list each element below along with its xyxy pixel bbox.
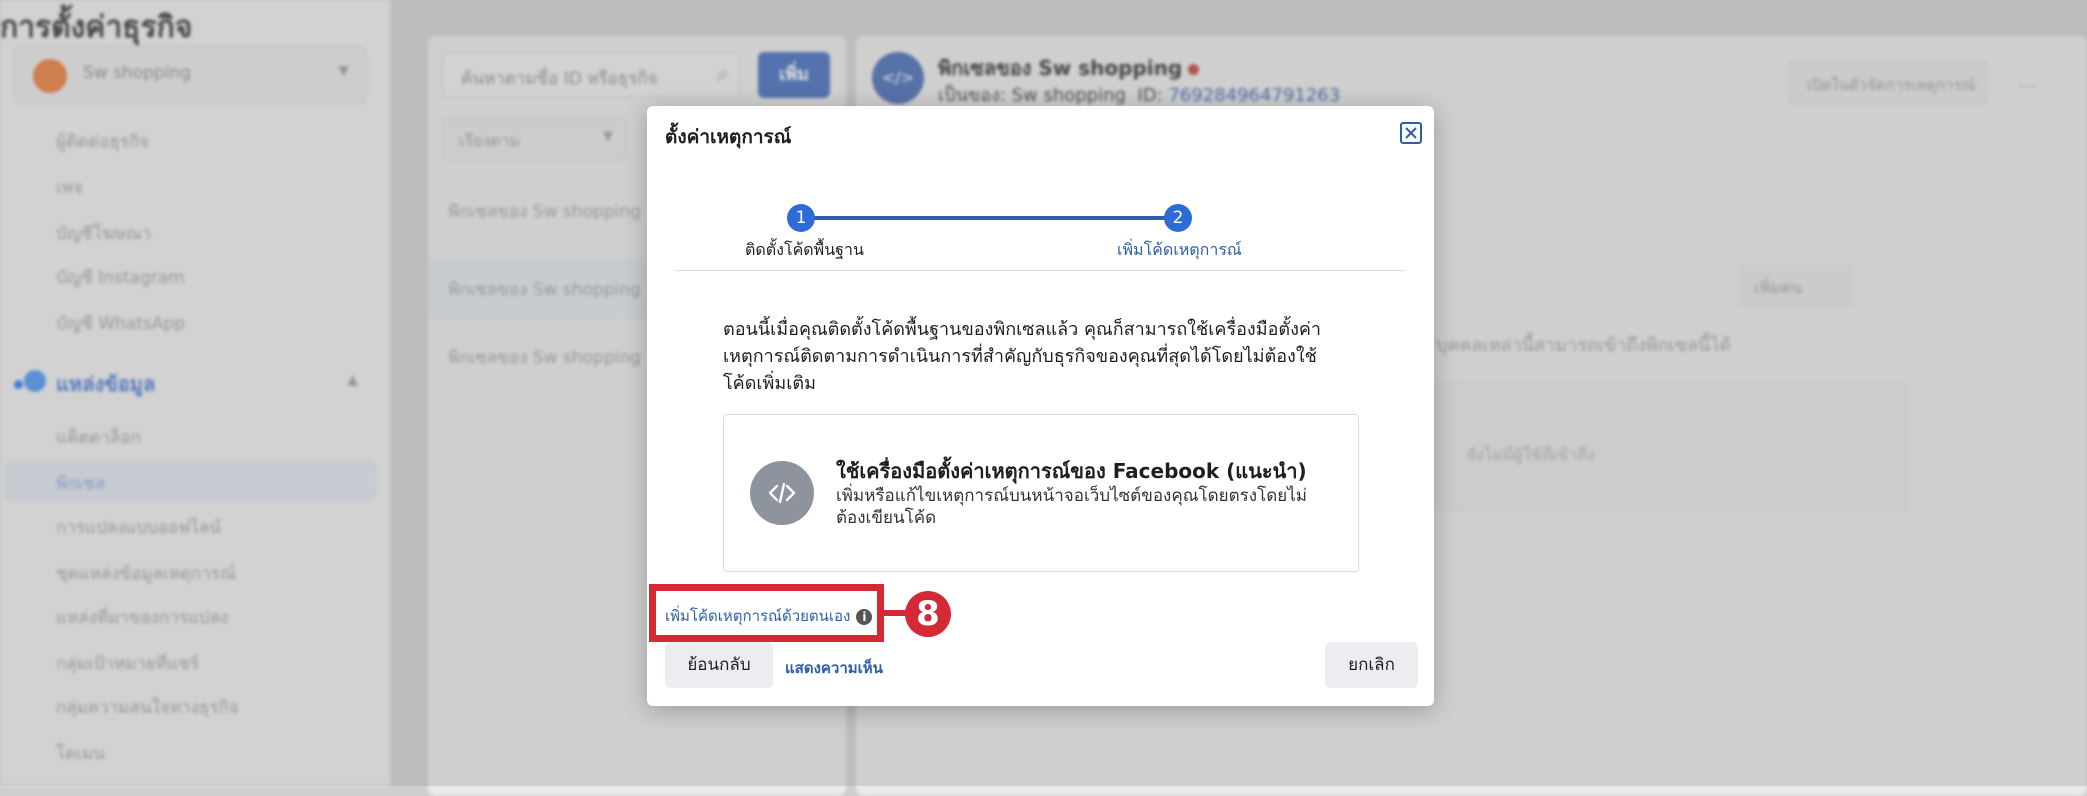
cancel-button[interactable]: ยกเลิก <box>1325 642 1418 688</box>
dialog-title: ตั้งค่าเหตุการณ์ <box>665 126 792 148</box>
step-1-label: ติดตั้งโค้ดพื้นฐาน <box>745 240 864 259</box>
step-1-indicator: 1 <box>787 204 815 232</box>
code-icon <box>750 461 814 525</box>
step-2-label: เพิ่มโค้ดเหตุการณ์ <box>1117 240 1242 259</box>
dialog-description: ตอนนี้เมื่อคุณติดตั้งโค้ดพื้นฐานของพิกเซ… <box>723 319 1322 394</box>
event-setup-tool-option[interactable]: ใช้เครื่องมือตั้งค่าเหตุการณ์ของ Faceboo… <box>723 414 1359 572</box>
highlight-box <box>649 584 884 642</box>
option-subtitle: เพิ่มหรือแก้ไขเหตุการณ์บนหน้าจอเว็บไซต์ข… <box>836 486 1307 528</box>
back-button[interactable]: ย้อนกลับ <box>665 642 773 688</box>
step-number-badge: 8 <box>905 591 951 637</box>
step-2-indicator: 2 <box>1164 204 1192 232</box>
close-icon[interactable] <box>1400 122 1422 144</box>
progress-stepper: 1 ติดตั้งโค้ดพื้นฐาน 2 เพิ่มโค้ดเหตุการณ… <box>677 194 1401 264</box>
stepper-connector <box>801 216 1178 220</box>
option-title: ใช้เครื่องมือตั้งค่าเหตุการณ์ของ Faceboo… <box>836 459 1307 483</box>
feedback-link[interactable]: แสดงความเห็น <box>785 656 883 680</box>
divider <box>675 270 1405 271</box>
